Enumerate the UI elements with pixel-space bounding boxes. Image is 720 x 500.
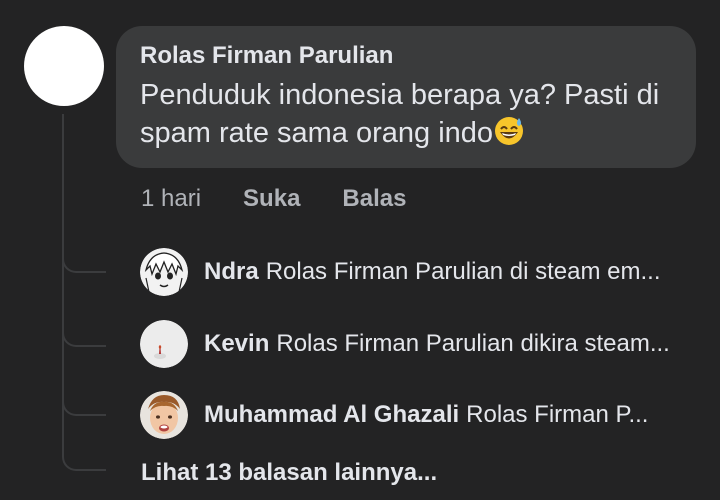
comment-timestamp: 1 hari — [141, 185, 202, 212]
reply-text: Ndra Rolas Firman Parulian di steam em... — [204, 258, 661, 286]
anime-drawing-avatar-icon[interactable] — [140, 248, 188, 296]
reply-author[interactable]: Muhammad Al Ghazali — [204, 401, 459, 428]
reply-snippet[interactable]: Rolas Firman P... — [466, 401, 648, 428]
reply-snippet[interactable]: Rolas Firman Parulian di steam em... — [266, 258, 661, 285]
reply-author[interactable]: Kevin — [204, 330, 269, 357]
light-gray-avatar-icon[interactable] — [140, 320, 188, 368]
reply-text: Muhammad Al Ghazali Rolas Firman P... — [204, 401, 648, 429]
reply-item[interactable]: Ndra Rolas Firman Parulian di steam em... — [140, 247, 661, 297]
reply-item[interactable]: Kevin Rolas Firman Parulian dikira steam.… — [140, 319, 670, 369]
comment-author[interactable]: Rolas Firman Parulian — [140, 40, 672, 72]
comment-text-container: Penduduk indonesia berapa ya? Pasti di s… — [140, 76, 672, 152]
thread-connector — [62, 398, 106, 416]
view-more-replies-link[interactable]: Lihat 13 balasan lainnya... — [141, 456, 437, 490]
comment-bubble: Rolas Firman Parulian Penduduk indonesia… — [116, 26, 696, 168]
reply-author[interactable]: Ndra — [204, 258, 259, 285]
thread-connector — [62, 255, 106, 273]
child-photo-avatar-icon[interactable] — [140, 391, 188, 439]
like-button[interactable]: Suka — [243, 182, 300, 216]
reply-button[interactable]: Balas — [342, 182, 406, 216]
thread-connector — [62, 453, 106, 471]
commenter-avatar[interactable] — [24, 26, 104, 106]
reply-snippet[interactable]: Rolas Firman Parulian dikira steam... — [276, 330, 669, 357]
thread-connector — [62, 329, 106, 347]
reply-item[interactable]: Muhammad Al Ghazali Rolas Firman P... — [140, 390, 648, 440]
comment-text: Penduduk indonesia berapa ya? Pasti di s… — [140, 79, 660, 149]
reply-text: Kevin Rolas Firman Parulian dikira steam.… — [204, 330, 670, 358]
comment-actions: 1 hari Suka Balas — [141, 182, 406, 216]
grinning-sweat-emoji-icon — [495, 117, 524, 145]
